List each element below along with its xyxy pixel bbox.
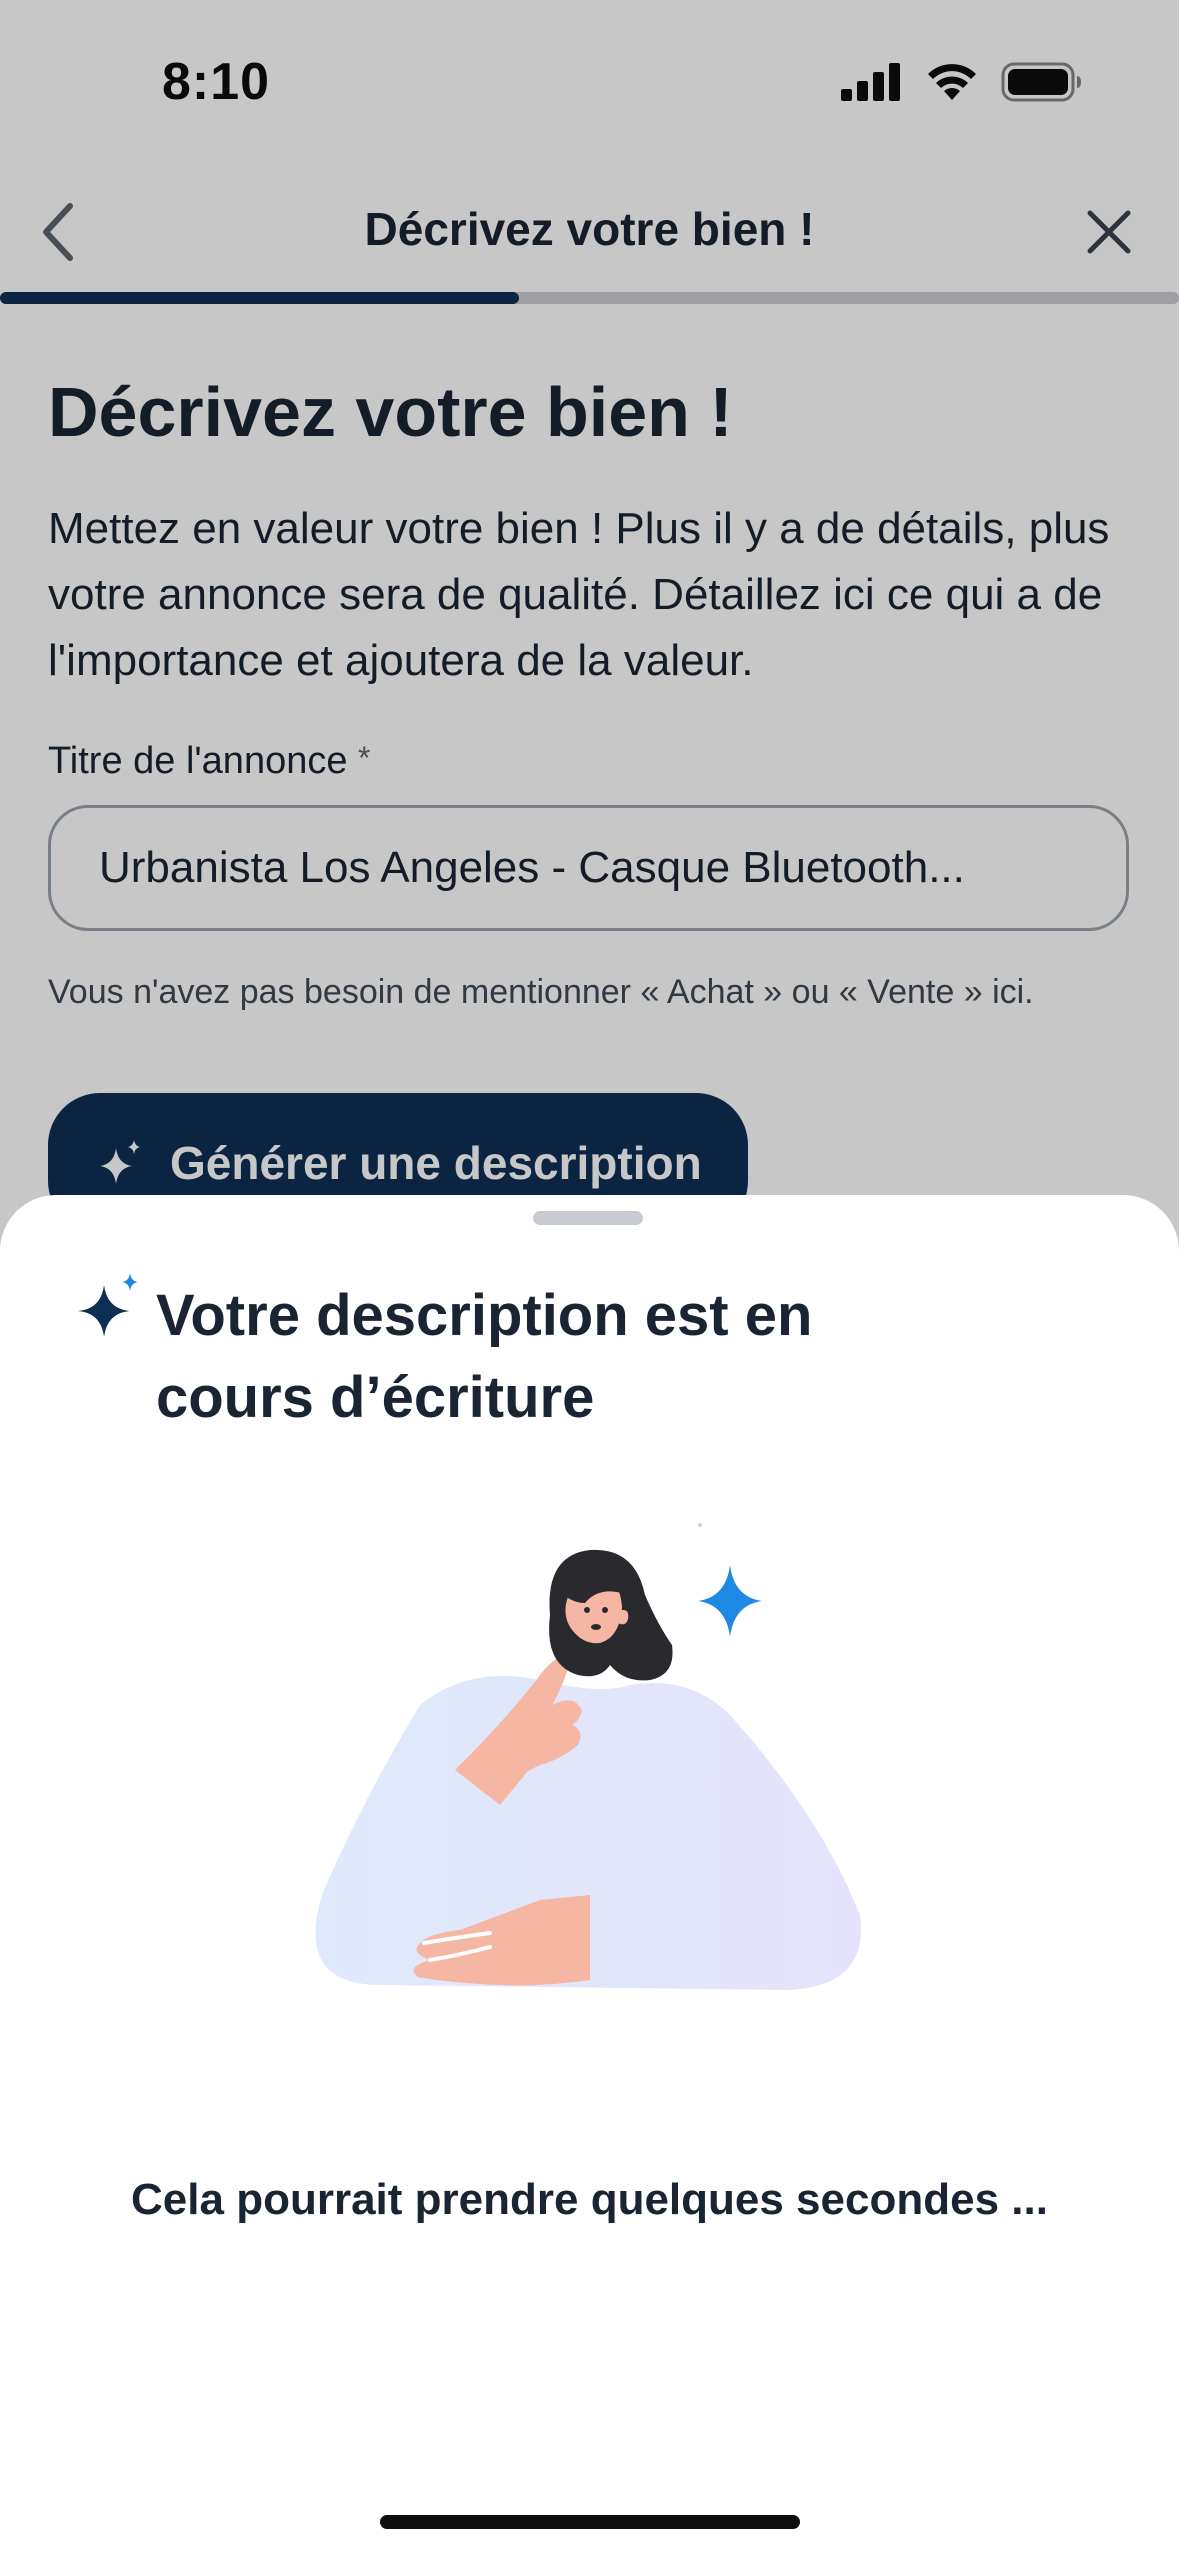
thinking-woman-illustration: [315, 1523, 862, 1990]
sparkle-icon: [78, 1273, 138, 1337]
sheet-drag-handle[interactable]: [533, 1211, 643, 1225]
sheet-message: Cela pourrait prendre quelques secondes …: [131, 2175, 1048, 2224]
bottom-sheet: Votre description est en cours d’écritur…: [0, 1195, 1179, 2556]
home-indicator[interactable]: [380, 2515, 800, 2529]
sheet-title: Votre description est en cours d’écritur…: [156, 1283, 813, 1430]
